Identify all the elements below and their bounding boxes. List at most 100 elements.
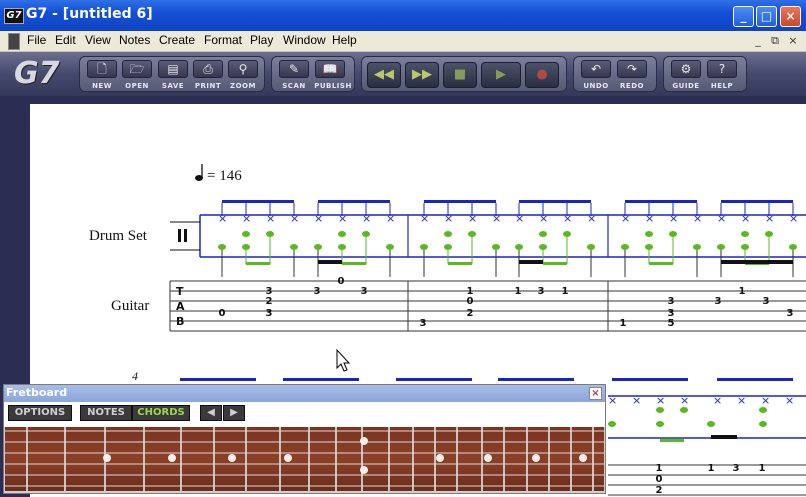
- snare-note: [539, 231, 547, 237]
- kick-note: [587, 244, 595, 250]
- hihat-x: ×: [362, 212, 371, 225]
- tab-number: 0: [338, 276, 345, 287]
- tab-number: 3: [733, 463, 740, 474]
- inlay-dot: [284, 454, 292, 462]
- kick-note: [717, 244, 725, 250]
- percussion-clef-icon: [178, 229, 181, 242]
- snare-note: [242, 231, 250, 237]
- tab-number: 1: [739, 286, 746, 297]
- system2-beams: [180, 378, 574, 381]
- tab-number: 3: [763, 296, 770, 307]
- hihat-x: ×: [717, 212, 726, 225]
- tab-number: 3: [266, 308, 273, 319]
- tab-number: 1: [515, 286, 522, 297]
- hihat-x: ×: [218, 212, 227, 225]
- kick-note: [444, 244, 452, 250]
- tab-number: 1: [759, 463, 766, 474]
- hihat-x: ×: [621, 212, 630, 225]
- hihat-x: ×: [713, 394, 722, 407]
- fretboard-neck[interactable]: [5, 427, 604, 491]
- hihat-x: ×: [314, 212, 323, 225]
- kick-note: [386, 244, 394, 250]
- drum-notes: × × × × × × × × × × × × × × × × × × × × × × × ×: [218, 200, 798, 277]
- inlay-dot: [360, 466, 368, 474]
- inlay-dot: [228, 454, 236, 462]
- inlay-dot: [436, 454, 444, 462]
- snare-note: [338, 231, 346, 237]
- tab-number: 3: [715, 296, 722, 307]
- hihat-x: ×: [741, 212, 750, 225]
- hihat-x: ×: [468, 212, 477, 225]
- measure-number: 4: [132, 369, 138, 383]
- kick-note: [314, 244, 322, 250]
- next-button[interactable]: ▶: [223, 405, 245, 421]
- hihat-x: ×: [242, 212, 251, 225]
- tab-number: 3: [420, 318, 427, 329]
- inlay-dot: [360, 437, 368, 445]
- beam: [721, 200, 793, 203]
- kick-note: [420, 244, 428, 250]
- tab-number: 2: [467, 308, 474, 319]
- fretboard-close-button[interactable]: ×: [589, 387, 602, 400]
- hihat-x: ×: [608, 394, 617, 407]
- inlay-dot: [579, 454, 587, 462]
- system2-visible-measure: 1 1 3 1 0 2 × × × × × × × ×: [608, 378, 806, 496]
- notes-button[interactable]: NOTES: [80, 405, 132, 421]
- hihat-x: ×: [632, 394, 641, 407]
- snare-note: [645, 231, 653, 237]
- snare-note: [741, 231, 749, 237]
- hihat-x: ×: [785, 394, 794, 407]
- fretboard-titlebar[interactable]: Fretboard ×: [4, 385, 605, 402]
- tab-number: 2: [266, 296, 273, 307]
- hihat-x: ×: [765, 212, 774, 225]
- tab-number: 3: [538, 286, 545, 297]
- fretboard-title: Fretboard: [6, 386, 68, 399]
- hihat-x: ×: [338, 212, 347, 225]
- snare-note: [468, 231, 476, 237]
- kick-note: [741, 244, 749, 250]
- hihat-x: ×: [761, 394, 770, 407]
- tab-number: 0: [467, 296, 474, 307]
- hihat-x: ×: [492, 212, 501, 225]
- inlay-dot: [103, 454, 111, 462]
- hihat-x: ×: [290, 212, 299, 225]
- track-label-drums[interactable]: Drum Set: [89, 228, 147, 245]
- tab-number: 1: [562, 286, 569, 297]
- hihat-x: ×: [737, 394, 746, 407]
- prev-button[interactable]: ◀: [200, 405, 222, 421]
- snare-note: [444, 231, 452, 237]
- tab-number: 3: [314, 286, 321, 297]
- kick-note: [515, 244, 523, 250]
- hihat-x: ×: [266, 212, 275, 225]
- tempo-value: = 146: [207, 168, 242, 184]
- inlay-dot: [168, 454, 176, 462]
- beam: [222, 200, 294, 203]
- kick-note: [645, 244, 653, 250]
- hihat-x: ×: [539, 212, 548, 225]
- drum-note: [656, 421, 664, 427]
- options-button[interactable]: OPTIONS: [8, 405, 72, 421]
- tab-number: 0: [656, 474, 663, 485]
- kick-note: [338, 244, 346, 250]
- tab-number: 1: [620, 318, 627, 329]
- beam: [318, 200, 390, 203]
- tempo-marking[interactable]: = 146: [195, 164, 242, 184]
- tab-number: 3: [787, 308, 794, 319]
- tab-number: 2: [656, 485, 663, 496]
- hihat-x: ×: [645, 212, 654, 225]
- beam: [519, 200, 591, 203]
- chords-button[interactable]: CHORDS: [132, 405, 190, 421]
- hihat-x: ×: [680, 394, 689, 407]
- tab-number: 1: [656, 463, 663, 474]
- hihat-x: ×: [656, 394, 665, 407]
- hihat-x: ×: [444, 212, 453, 225]
- drum-note: [707, 421, 715, 427]
- tab-number: 3: [361, 286, 368, 297]
- mouse-cursor-icon: [336, 348, 351, 372]
- drum-note: [656, 407, 664, 413]
- kick-note: [218, 244, 226, 250]
- snare-note: [669, 231, 677, 237]
- snare-note: [563, 231, 571, 237]
- kick-note: [693, 244, 701, 250]
- track-label-guitar[interactable]: Guitar: [111, 298, 149, 315]
